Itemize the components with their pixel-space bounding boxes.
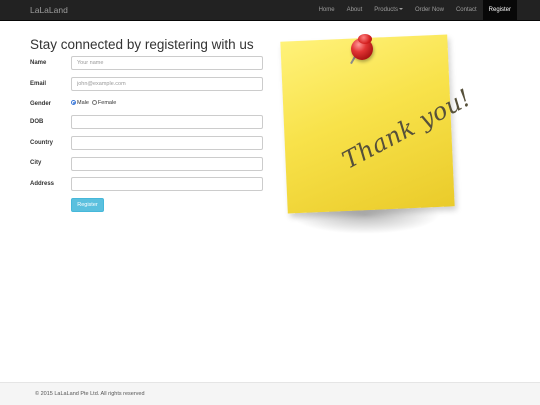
- dob-field[interactable]: [71, 115, 263, 129]
- city-label: City: [30, 160, 42, 166]
- dob-label: DOB: [30, 119, 44, 125]
- country-field[interactable]: [71, 136, 263, 150]
- gender-female-label: Female: [97, 99, 117, 106]
- city-field[interactable]: [71, 157, 263, 171]
- email-field[interactable]: [71, 77, 263, 91]
- gender-male-label: Male: [77, 99, 89, 106]
- brand-logo[interactable]: LaLaLand: [30, 0, 68, 21]
- caret-down-icon: [398, 8, 403, 11]
- country-label: Country: [30, 140, 53, 146]
- nav-item-about[interactable]: About: [341, 0, 369, 21]
- copyright-text: © 2015 LaLaLand Pte Ltd. All rights rese…: [35, 391, 145, 397]
- nav-item-contact[interactable]: Contact: [450, 0, 483, 21]
- navbar: LaLaLand Home About Products Order Now C…: [0, 0, 540, 21]
- register-button[interactable]: Register: [71, 198, 104, 212]
- nav-item-products-label: Products: [374, 7, 398, 13]
- nav-item-order-now[interactable]: Order Now: [409, 0, 450, 21]
- nav-item-register[interactable]: Register: [482, 0, 517, 21]
- nav-item-home[interactable]: Home: [313, 0, 341, 21]
- gender-options: Male Female: [71, 98, 119, 107]
- address-label: Address: [30, 181, 55, 187]
- email-label: Email: [30, 81, 47, 87]
- name-label: Name: [30, 60, 47, 66]
- nav-menu: Home About Products Order Now Contact Re…: [313, 0, 517, 21]
- push-pin-cap: [358, 34, 372, 44]
- page-title: Stay connected by registering with us: [30, 37, 254, 52]
- gender-label: Gender: [30, 101, 52, 107]
- gender-female-radio[interactable]: [91, 100, 97, 105]
- name-field[interactable]: [71, 56, 263, 70]
- address-field[interactable]: [71, 177, 263, 191]
- gender-male-radio[interactable]: [71, 100, 76, 105]
- nav-item-products[interactable]: Products: [368, 0, 409, 21]
- footer: © 2015 LaLaLand Pte Ltd. All rights rese…: [0, 382, 540, 405]
